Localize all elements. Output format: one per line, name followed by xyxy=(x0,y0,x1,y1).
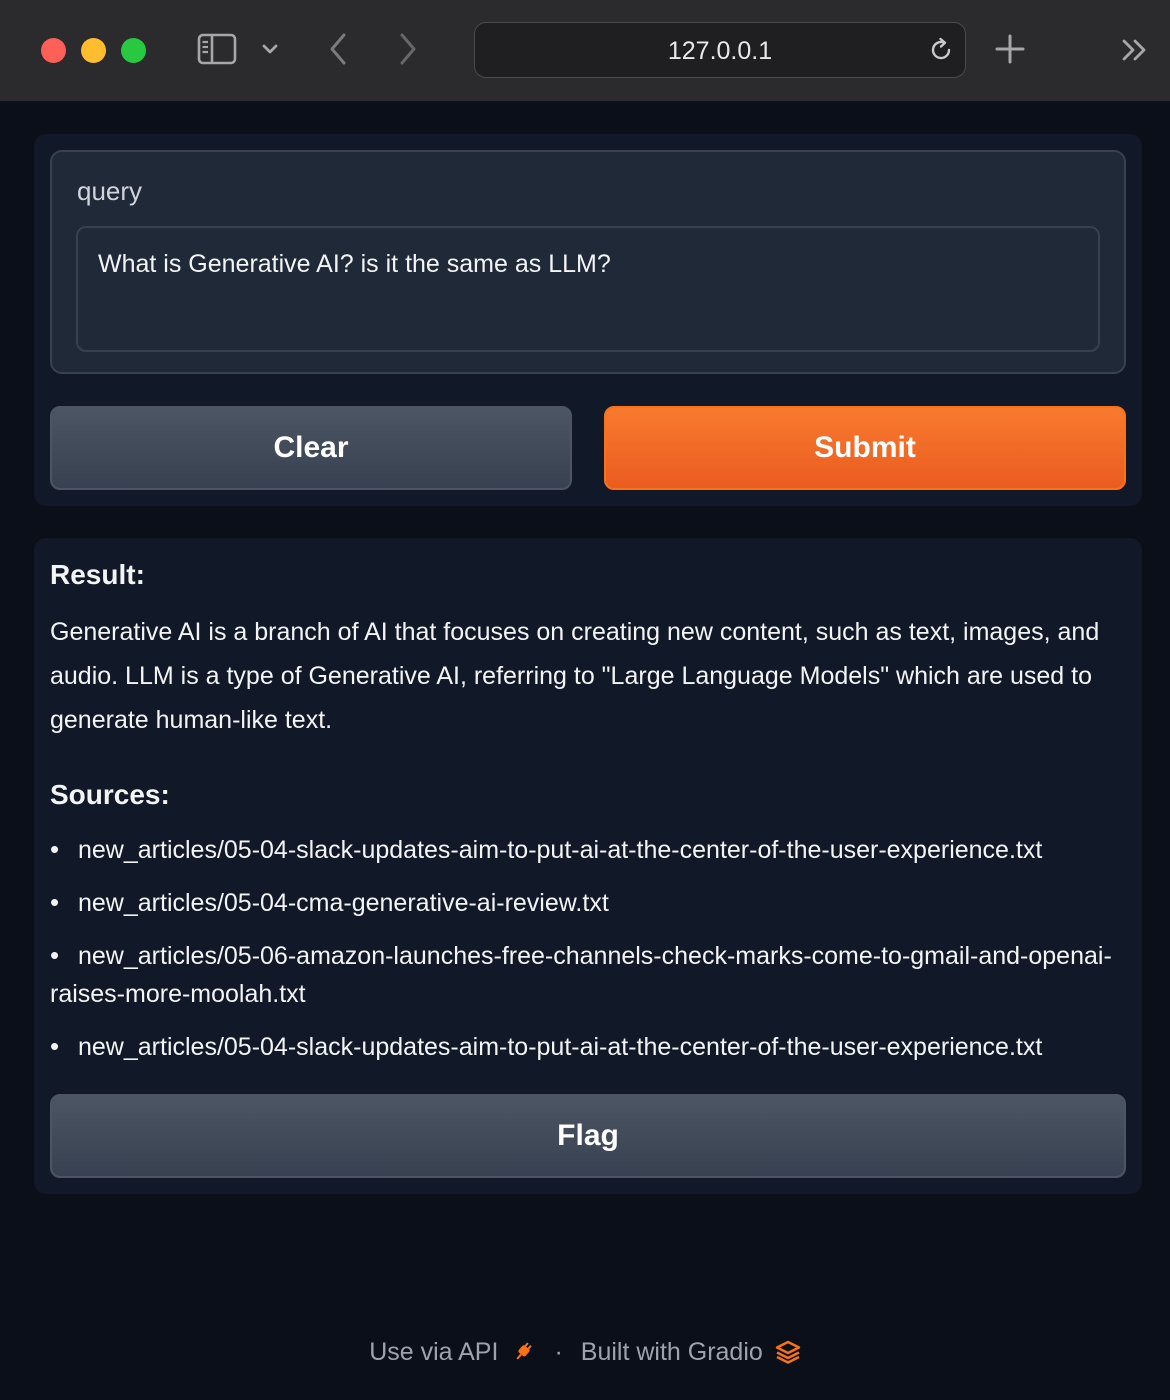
footer: Use via API · Built with Gradio xyxy=(0,1332,1170,1372)
gradio-link-label: Built with Gradio xyxy=(580,1337,763,1366)
result-text: Generative AI is a branch of AI that foc… xyxy=(50,618,1100,734)
zoom-window-button[interactable] xyxy=(121,38,146,63)
plug-icon xyxy=(510,1339,536,1365)
source-item: new_articles/05-04-slack-updates-aim-to-… xyxy=(50,1027,1126,1066)
minimize-window-button[interactable] xyxy=(81,38,106,63)
output-panel: Result: Generative AI is a branch of AI … xyxy=(34,538,1142,1194)
plus-icon[interactable] xyxy=(992,30,1028,68)
source-path: new_articles/05-06-amazon-launches-free-… xyxy=(50,942,1112,1008)
sidebar-icon[interactable] xyxy=(196,32,238,66)
query-textarea[interactable]: What is Generative AI? is it the same as… xyxy=(76,226,1100,352)
bullet-icon xyxy=(50,1027,78,1066)
clear-button[interactable]: Clear xyxy=(50,406,572,490)
bullet-icon xyxy=(50,830,78,869)
forward-chevron-icon[interactable] xyxy=(394,31,422,67)
flag-button[interactable]: Flag xyxy=(50,1094,1126,1178)
chevron-down-icon[interactable] xyxy=(258,34,282,64)
sources-heading: Sources: xyxy=(50,779,170,810)
result-markdown: Result: Generative AI is a branch of AI … xyxy=(50,558,1126,1080)
close-window-button[interactable] xyxy=(41,38,66,63)
submit-button[interactable]: Submit xyxy=(604,406,1126,490)
address-bar[interactable]: 127.0.0.1 xyxy=(474,22,966,78)
bullet-icon xyxy=(50,936,78,975)
sources-list: new_articles/05-04-slack-updates-aim-to-… xyxy=(50,830,1126,1066)
query-label: query xyxy=(77,176,143,206)
query-block: query What is Generative AI? is it the s… xyxy=(50,150,1126,374)
source-path: new_articles/05-04-slack-updates-aim-to-… xyxy=(78,836,1043,864)
back-chevron-icon[interactable] xyxy=(324,31,352,67)
url-text: 127.0.0.1 xyxy=(667,37,773,65)
use-via-api-link[interactable]: Use via API xyxy=(369,1338,536,1367)
source-path: new_articles/05-04-cma-generative-ai-rev… xyxy=(78,889,609,917)
footer-separator: · xyxy=(554,1337,563,1366)
source-item: new_articles/05-04-cma-generative-ai-rev… xyxy=(50,883,1126,922)
gradio-logo-icon xyxy=(775,1339,801,1365)
bullet-icon xyxy=(50,883,78,922)
source-item: new_articles/05-04-slack-updates-aim-to-… xyxy=(50,830,1126,869)
double-chevron-right-icon[interactable] xyxy=(1118,34,1152,66)
browser-toolbar: 127.0.0.1 xyxy=(0,0,1170,102)
api-link-label: Use via API xyxy=(369,1337,499,1366)
source-item: new_articles/05-06-amazon-launches-free-… xyxy=(50,936,1126,1013)
built-with-gradio-link[interactable]: Built with Gradio xyxy=(581,1338,801,1367)
result-heading: Result: xyxy=(50,559,145,590)
reload-icon[interactable] xyxy=(926,34,956,66)
input-panel: query What is Generative AI? is it the s… xyxy=(34,134,1142,506)
source-path: new_articles/05-04-slack-updates-aim-to-… xyxy=(78,1033,1043,1061)
